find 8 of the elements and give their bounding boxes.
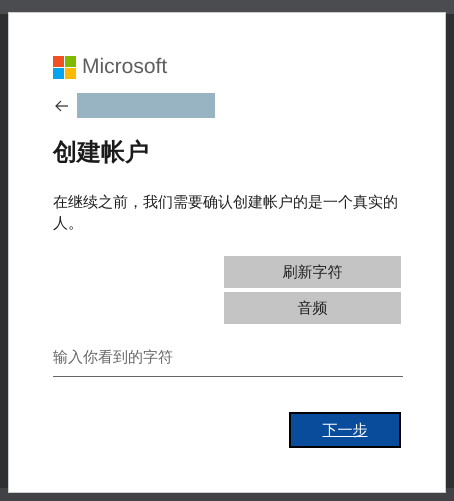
next-button[interactable]: 下一步: [289, 412, 401, 448]
page-title: 创建帐户: [53, 137, 150, 168]
audio-button[interactable]: 音频: [224, 292, 401, 324]
refresh-button[interactable]: 刷新字符: [224, 256, 401, 288]
logo-wordmark: Microsoft: [82, 55, 168, 79]
back-arrow-icon: [55, 100, 69, 112]
message-text: 在继续之前，我们需要确认创建帐户的是一个真实的人。: [53, 192, 399, 234]
four-squares-logo-icon: [53, 56, 76, 78]
